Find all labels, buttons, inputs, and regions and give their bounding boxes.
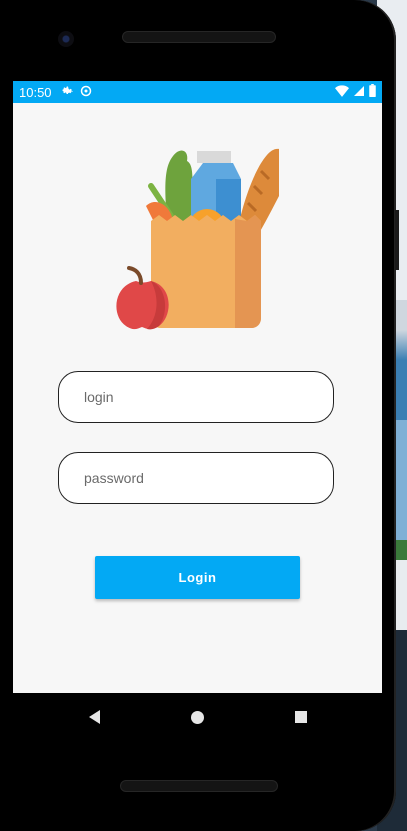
status-bar: 10:50 xyxy=(13,81,382,103)
login-button[interactable]: Login xyxy=(95,556,300,599)
status-time: 10:50 xyxy=(19,84,52,100)
navigation-bar xyxy=(13,693,382,741)
recents-icon[interactable] xyxy=(294,711,307,723)
login-input[interactable] xyxy=(58,371,334,423)
sync-icon xyxy=(80,85,92,100)
battery-icon xyxy=(369,84,376,100)
gear-icon xyxy=(62,85,74,100)
top-speaker xyxy=(122,31,276,43)
wifi-icon xyxy=(335,84,349,100)
phone-frame: 10:50 login Login xyxy=(0,0,399,831)
back-icon[interactable] xyxy=(88,710,100,724)
signal-icon xyxy=(354,85,364,100)
grocery-bag-illustration xyxy=(116,148,279,330)
password-input[interactable] xyxy=(58,452,334,504)
front-camera xyxy=(58,31,74,47)
home-icon[interactable] xyxy=(190,710,204,724)
bottom-speaker xyxy=(120,780,278,792)
side-button xyxy=(395,210,399,270)
app-screen: 10:50 login Login xyxy=(13,81,382,693)
